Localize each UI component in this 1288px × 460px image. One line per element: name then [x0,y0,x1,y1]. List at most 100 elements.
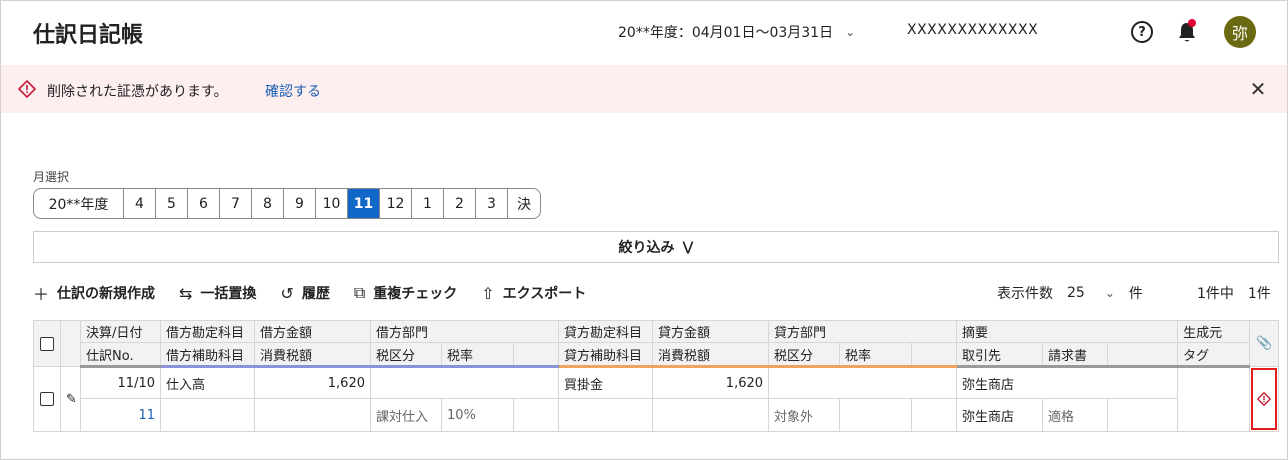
debit-amount-header[interactable]: 借方金額 [254,320,371,343]
row-debit-tax-class: 課対仕入 [370,398,442,432]
month-option-10[interactable]: 10 [316,189,348,218]
avatar[interactable]: 弥 [1224,16,1256,48]
row-credit-account: 買掛金 [558,366,654,399]
month-option-6[interactable]: 6 [188,189,220,218]
replace-icon: ⇆ [179,283,193,303]
credit-dept-header[interactable]: 貸方部門 [768,320,958,343]
warning-diamond-icon [1257,392,1271,406]
fiscal-year-select[interactable]: 20**年度：04月01日〜03月31日 ⌄ [618,22,855,42]
edit-cell: ✎ [60,366,81,432]
pencil-icon[interactable]: ✎ [66,392,77,407]
row-credit-tax-class: 対象外 [768,398,841,432]
month-option-8[interactable]: 8 [252,189,284,218]
month-option-fiscal-year[interactable]: 20**年度 [34,189,124,218]
journal-table: 決算/日付 借方勘定科目 借方金額 借方部門 貸方勘定科目 貸方金額 貸方部門 … [33,320,1280,432]
select-all-checkbox[interactable] [40,336,54,351]
row-credit-dept [768,366,958,399]
month-selector: 20**年度 4 5 6 7 8 9 10 11 12 1 2 3 決 [33,188,541,219]
memo-header[interactable]: 摘要 [956,320,1179,343]
result-count: 1件中 1件 [1197,286,1271,302]
table-row-detail[interactable]: 11 課対仕入 10% 対象外 弥生商店 適格 [34,398,1279,432]
export-label: エクスポート [502,286,587,302]
new-entry-label: 仕訳の新規作成 [57,286,156,302]
history-button[interactable]: ↺ 履歴 [280,283,329,303]
row-debit-dept [369,366,560,399]
attachment-header: 📎 [1249,320,1280,367]
month-option-5[interactable]: 5 [156,189,188,218]
table-header-row-2: 仕訳No. 借方補助科目 消費税額 税区分 税率 貸方補助科目 消費税額 税区分… [34,342,1279,368]
duplicate-check-button[interactable]: ⧉ 重複チェック [354,283,457,303]
memo-extra-header [1107,342,1179,368]
deleted-evidence-warning[interactable] [1251,368,1278,430]
table-header-row-1: 決算/日付 借方勘定科目 借方金額 借方部門 貸方勘定科目 貸方金額 貸方部門 … [33,320,1280,367]
source-header[interactable]: 生成元 [1177,320,1251,343]
alert-message: 削除された証憑があります。 [47,84,228,100]
credit-sub-header[interactable]: 貸方補助科目 [558,342,654,368]
row-source [1177,366,1251,432]
credit-tax-class-header[interactable]: 税区分 [768,342,841,368]
month-option-7[interactable]: 7 [220,189,252,218]
history-label: 履歴 [301,286,330,302]
bulk-replace-label: 一括置換 [200,286,257,302]
new-entry-button[interactable]: ＋ 仕訳の新規作成 [33,281,155,305]
month-option-1[interactable]: 1 [412,189,444,218]
paperclip-icon: 📎 [1255,336,1273,351]
alert-banner: 削除された証憑があります。 確認する ✕ [1,65,1287,113]
month-option-12[interactable]: 12 [380,189,412,218]
warning-diamond-icon [18,80,36,98]
page-size-value: 25 [1067,285,1085,301]
select-all-cell [33,320,61,367]
row-attachment-cell [1249,366,1280,432]
debit-tax-class-header[interactable]: 税区分 [370,342,442,368]
row-debit-sub [160,398,255,432]
row-checkbox[interactable] [40,392,54,406]
export-icon: ⇧ [481,283,495,303]
partner-header[interactable]: 取引先 [956,342,1044,368]
month-option-11[interactable]: 11 [348,189,380,218]
alert-confirm-link[interactable]: 確認する [265,81,321,101]
row-credit-rate [839,398,913,432]
debit-dept-header[interactable]: 借方部門 [369,320,560,343]
month-option-4[interactable]: 4 [124,189,156,218]
duplicate-search-icon: ⧉ [353,283,366,302]
debit-tax-header[interactable]: 消費税額 [254,342,371,368]
duplicate-check-label: 重複チェック [373,286,458,302]
debit-account-header[interactable]: 借方勘定科目 [160,320,255,343]
plus-icon: ＋ [33,285,50,304]
debit-sub-header[interactable]: 借方補助科目 [160,342,255,368]
row-entry-no[interactable]: 11 [80,398,161,432]
filter-label: 絞り込み [618,240,675,256]
row-credit-amount: 1,620 [652,366,770,399]
chevron-down-icon: ⌄ [1104,286,1115,300]
edit-column-header [60,320,81,367]
credit-rate-header[interactable]: 税率 [839,342,913,368]
table-row[interactable]: ✎ 11/10 仕入高 1,620 買掛金 1,620 弥生商店 [33,366,1280,432]
export-button[interactable]: ⇧ エクスポート [481,283,586,303]
month-option-3[interactable]: 3 [476,189,508,218]
tag-header[interactable]: タグ [1177,342,1251,368]
row-credit-sub [558,398,654,432]
credit-account-header[interactable]: 貸方勘定科目 [558,320,654,343]
row-memo-extra [1107,398,1179,432]
entry-no-header[interactable]: 仕訳No. [80,342,161,368]
credit-amount-header[interactable]: 貸方金額 [652,320,770,343]
page-size-unit: 件 [1128,286,1143,302]
row-debit-amount: 1,620 [254,366,371,399]
filter-toggle[interactable]: 絞り込み ⋁ [33,231,1279,263]
page-size-select[interactable]: 25 ⌄ [1067,285,1115,301]
credit-tax-header[interactable]: 消費税額 [652,342,770,368]
credit-extra-header [911,342,958,368]
date-header[interactable]: 決算/日付 [80,320,161,343]
row-invoice: 適格 [1042,398,1109,432]
month-option-2[interactable]: 2 [444,189,476,218]
close-icon[interactable]: ✕ [1247,77,1269,101]
month-option-9[interactable]: 9 [284,189,316,218]
invoice-header[interactable]: 請求書 [1042,342,1109,368]
row-debit-account: 仕入高 [160,366,255,399]
row-debit-tax [254,398,371,432]
debit-rate-header[interactable]: 税率 [441,342,514,368]
month-option-closing[interactable]: 決 [508,189,540,218]
help-icon[interactable]: ? [1131,21,1153,43]
company-name: XXXXXXXXXXXXX [907,22,1039,38]
bulk-replace-button[interactable]: ⇆ 一括置換 [179,283,256,303]
